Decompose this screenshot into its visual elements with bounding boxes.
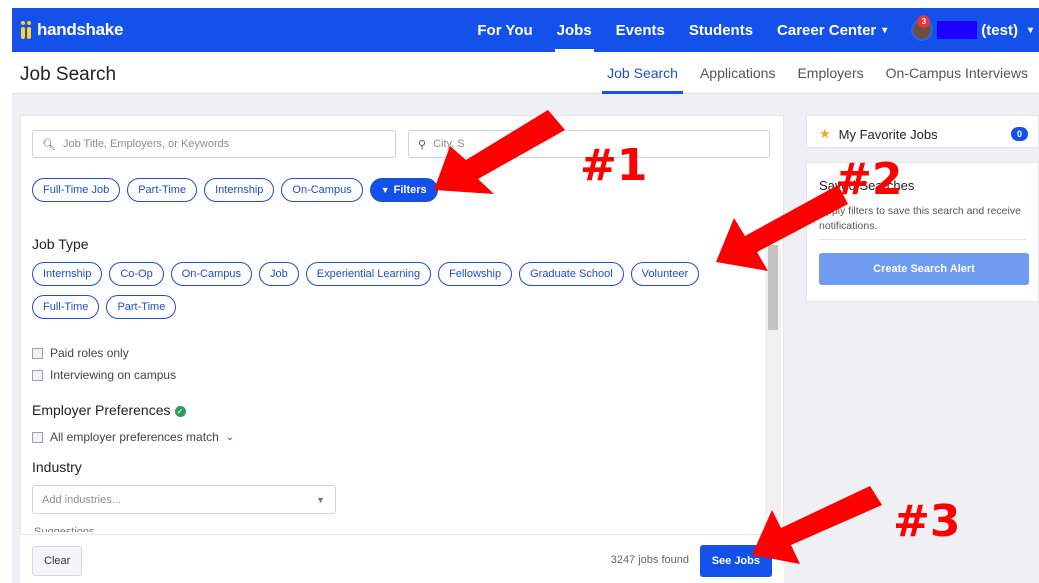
annotation-label-3: #3: [893, 496, 961, 547]
annotation-label-2: #2: [835, 154, 903, 205]
annotation-arrow-1: [434, 110, 565, 194]
annotation-arrows: [434, 110, 882, 564]
annotation-label-1: #1: [580, 140, 648, 191]
annotation-arrow-2: [716, 185, 848, 271]
annotation-arrow-3: [752, 486, 882, 564]
